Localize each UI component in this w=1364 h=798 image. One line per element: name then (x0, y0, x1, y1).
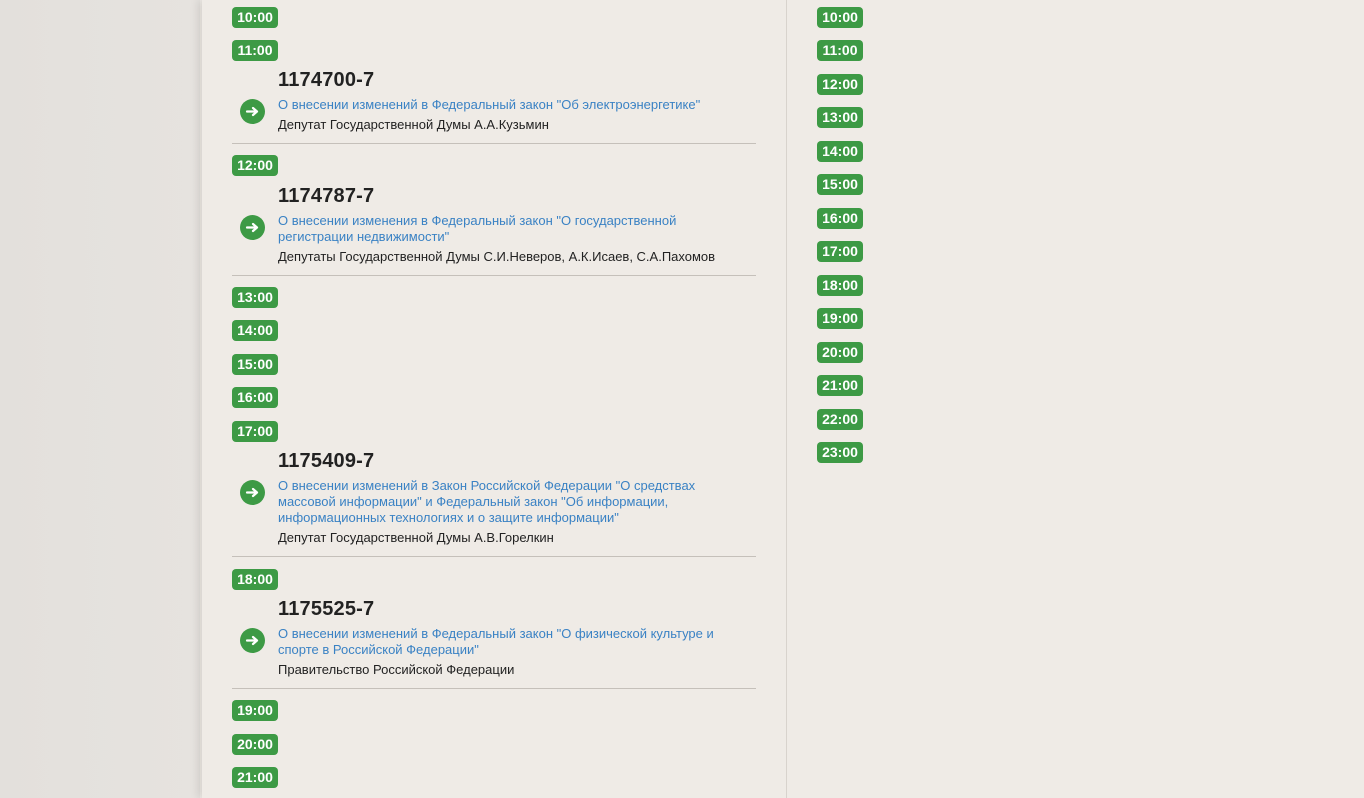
bill-author: Депутат Государственной Думы А.А.Кузьмин (278, 117, 549, 132)
bill-number: 1174700-7 (278, 69, 375, 91)
time-badge-12: 12:00 (817, 74, 863, 95)
arrow-right-icon[interactable] (240, 480, 265, 505)
bill-number: 1175409-7 (278, 450, 375, 472)
bill-title-link[interactable]: О внесении изменений в Федеральный закон… (278, 626, 738, 658)
bill-title-link[interactable]: О внесении изменений в Закон Российской … (278, 478, 718, 526)
bill-author: Депутат Государственной Думы А.В.Горелки… (278, 530, 554, 545)
time-badge-20: 20:00 (817, 342, 863, 363)
arrow-right-icon[interactable] (240, 99, 265, 124)
column-divider (786, 0, 787, 798)
arrow-right-icon[interactable] (240, 628, 265, 653)
divider (232, 143, 756, 144)
time-badge-10: 10:00 (232, 7, 278, 28)
time-badge-12: 12:00 (232, 155, 278, 176)
bill-author: Депутаты Государственной Думы С.И.Неверо… (278, 249, 716, 264)
time-badge-15: 15:00 (817, 174, 863, 195)
bill-title-link[interactable]: О внесении изменения в Федеральный закон… (278, 213, 698, 245)
time-badge-20: 20:00 (232, 734, 278, 755)
time-badge-14: 14:00 (232, 320, 278, 341)
time-badge-17: 17:00 (817, 241, 863, 262)
schedule-page: 10:00 11:00 1174700-7 О внесении изменен… (202, 0, 1364, 798)
time-badge-22: 22:00 (817, 409, 863, 430)
time-badge-19: 19:00 (817, 308, 863, 329)
divider (232, 275, 756, 276)
bill-number: 1174787-7 (278, 185, 375, 207)
arrow-right-icon[interactable] (240, 215, 265, 240)
bill-number: 1175525-7 (278, 598, 375, 620)
time-badge-15: 15:00 (232, 354, 278, 375)
divider (232, 556, 756, 557)
time-badge-18: 18:00 (232, 569, 278, 590)
time-badge-16: 16:00 (817, 208, 863, 229)
time-badge-10: 10:00 (817, 7, 863, 28)
time-badge-14: 14:00 (817, 141, 863, 162)
bill-author: Правительство Российской Федерации (278, 662, 515, 677)
time-badge-17: 17:00 (232, 421, 278, 442)
time-badge-13: 13:00 (232, 287, 278, 308)
divider (232, 688, 756, 689)
bill-title-link[interactable]: О внесении изменений в Федеральный закон… (278, 97, 738, 113)
time-badge-11: 11:00 (232, 40, 278, 61)
time-badge-11: 11:00 (817, 40, 863, 61)
time-badge-18: 18:00 (817, 275, 863, 296)
time-badge-23: 23:00 (817, 442, 863, 463)
time-badge-13: 13:00 (817, 107, 863, 128)
time-badge-16: 16:00 (232, 387, 278, 408)
time-badge-21: 21:00 (232, 767, 278, 788)
time-badge-21: 21:00 (817, 375, 863, 396)
time-badge-19: 19:00 (232, 700, 278, 721)
